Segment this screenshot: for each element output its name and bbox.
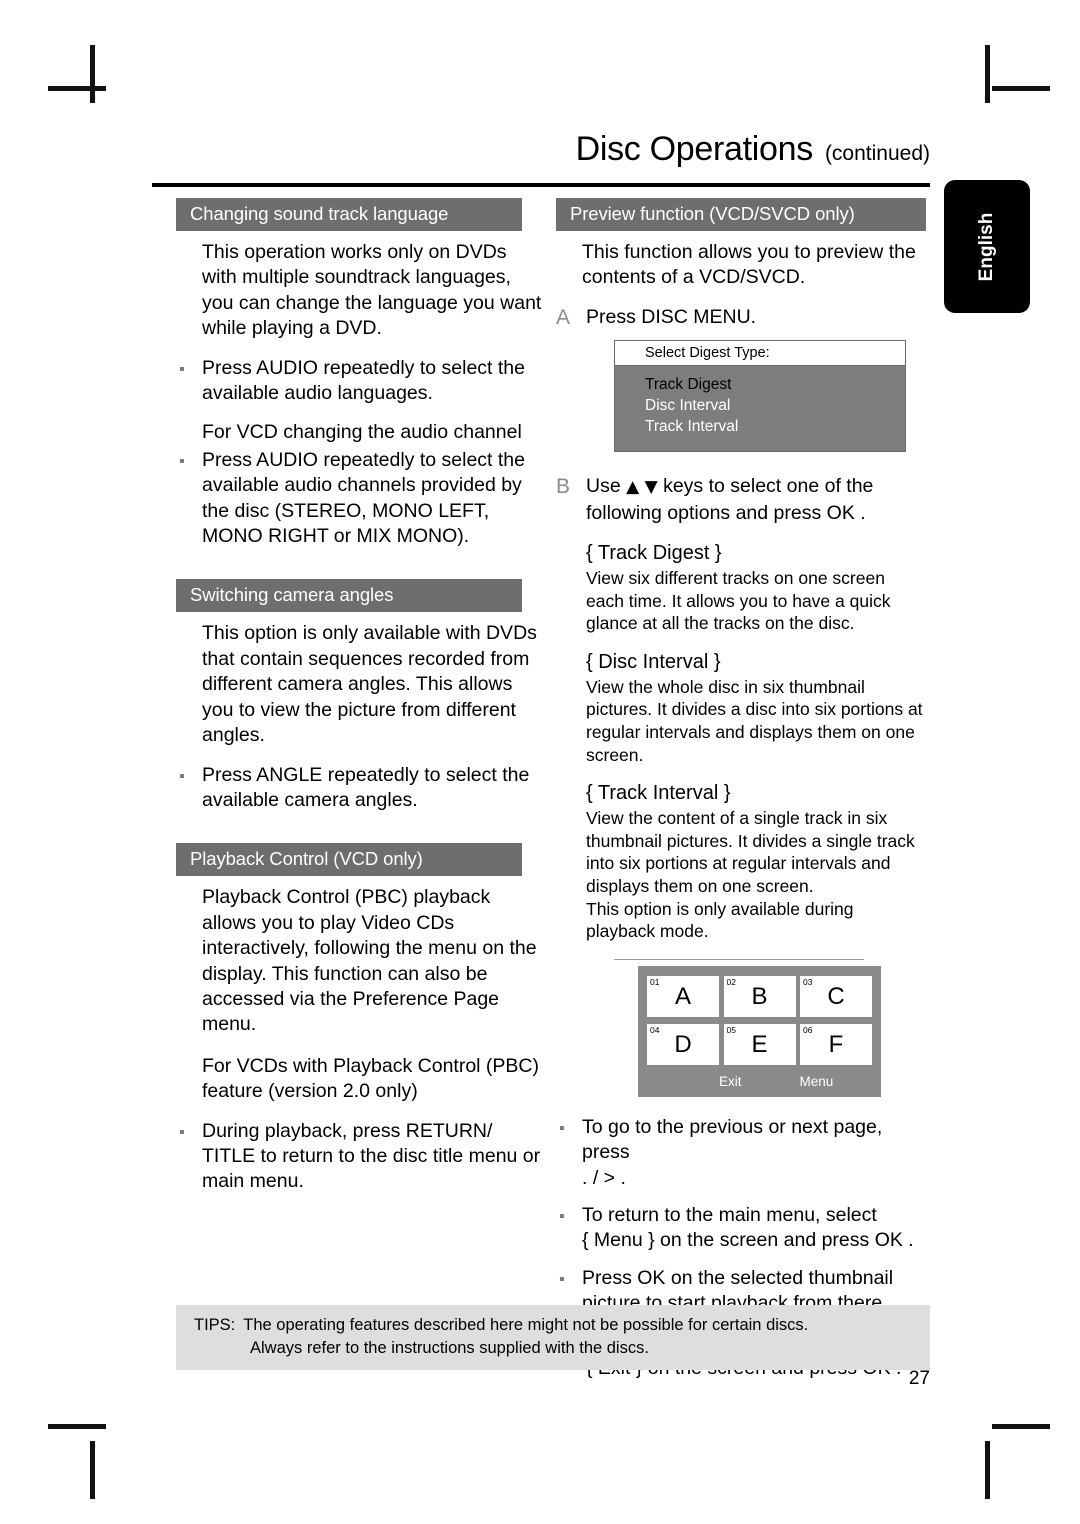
language-tab: English <box>944 180 1030 313</box>
list-item-text: To return to the main menu, select <box>582 1203 877 1226</box>
crop-mark-bottom-right-vertical <box>985 1441 990 1499</box>
thumbnail-preview-screen: 01 A 02 B 03 C 04 D 05 E 06 F Exit Menu <box>638 965 881 1097</box>
section-heading-changing-sound-track-language: Changing sound track language <box>176 198 522 231</box>
playback-mode-note: This option is only available during pla… <box>586 898 854 942</box>
thumbnail-screen-footer: Exit Menu <box>647 1072 872 1093</box>
square-bullet-icon: ▪ <box>179 767 185 785</box>
square-bullet-icon: ▪ <box>559 1270 565 1288</box>
list-item-text-line2: . / > . <box>582 1166 626 1189</box>
thumbnail-cell[interactable]: 06 F <box>800 1023 872 1065</box>
osd-item-track-digest[interactable]: Track Digest <box>645 374 905 395</box>
osd-item-track-interval[interactable]: Track Interval <box>645 416 905 437</box>
thumbnail-cell[interactable]: 05 E <box>723 1023 796 1065</box>
list-item-text: To go to the previous or next page, pres… <box>582 1115 883 1164</box>
step-b-text-before: Use <box>586 475 627 498</box>
thumbnail-row-1: 01 A 02 B 03 C <box>647 975 872 1017</box>
list-item: ▪ Press AUDIO repeatedly to select the a… <box>176 448 546 550</box>
list-item-text: Press AUDIO repeatedly to select the ava… <box>202 448 525 548</box>
step-a: A Press DISC MENU. <box>556 305 926 330</box>
screen-menu-button[interactable]: Menu <box>800 1074 834 1089</box>
tips-line-2: Always refer to the instructions supplie… <box>250 1338 649 1357</box>
thumbnail-cell[interactable]: 01 A <box>647 975 719 1017</box>
list-item-text: Press ANGLE repeatedly to select the ava… <box>202 763 530 811</box>
list-item: ▪ Press AUDIO repeatedly to select the a… <box>176 356 546 407</box>
crop-mark-top-right-horizontal <box>992 86 1050 91</box>
tips-box: TIPS: The operating features described he… <box>176 1305 930 1370</box>
list-item-text-line2: { Menu } on the screen and press OK . <box>582 1229 914 1252</box>
step-b-letter: B <box>556 475 571 499</box>
list-item: ▪ During playback, press RETURN/ TITLE t… <box>176 1119 546 1195</box>
list-item: ▪ Press ANGLE repeatedly to select the a… <box>176 763 546 814</box>
page-title: Disc Operations (continued) <box>150 130 930 169</box>
step-a-letter: A <box>556 305 571 329</box>
page-title-main: Disc Operations <box>575 130 814 168</box>
option-title-track-digest: { Track Digest } <box>586 542 722 565</box>
thumbnail-letter: F <box>828 1030 844 1058</box>
list-item: ▪ To go to the previous or next page, pr… <box>556 1115 926 1191</box>
left-column: Changing sound track language This opera… <box>176 198 546 1203</box>
section1-subheading: For VCD changing the audio channel <box>202 421 522 444</box>
square-bullet-icon: ▪ <box>179 1123 185 1141</box>
crop-mark-top-left-horizontal <box>48 86 106 91</box>
screen-exit-button[interactable]: Exit <box>719 1074 742 1089</box>
thumbnail-cell[interactable]: 04 D <box>647 1023 719 1065</box>
page-number: 27 <box>908 1368 930 1389</box>
section3-intro: Playback Control (PBC) playback allows y… <box>202 886 537 1036</box>
option-desc-disc-interval: View the whole disc in six thumbnail pic… <box>586 676 923 765</box>
list-item-text: Press AUDIO repeatedly to select the ava… <box>202 356 525 405</box>
thumbnail-row-2: 04 D 05 E 06 F <box>647 1023 872 1065</box>
crop-mark-top-right-vertical <box>985 45 990 103</box>
tips-first-line: TIPS: The operating features described he… <box>176 1314 930 1337</box>
section-heading-preview-function: Preview function (VCD/SVCD only) <box>556 198 926 231</box>
osd-title: Select Digest Type: <box>615 341 905 367</box>
option-title-track-interval: { Track Interval } <box>586 782 731 805</box>
section2-intro: This option is only available with DVDs … <box>202 622 537 747</box>
option-desc-track-interval: View the content of a single track in si… <box>586 808 915 896</box>
title-divider <box>152 183 930 187</box>
crop-mark-bottom-left-vertical <box>90 1441 95 1499</box>
square-bullet-icon: ▪ <box>559 1207 565 1225</box>
square-bullet-icon: ▪ <box>559 1119 565 1137</box>
option-desc-track-digest: View six different tracks on one screen … <box>586 568 891 634</box>
thumbnail-letter: D <box>674 1030 692 1058</box>
thumbnail-letter: C <box>827 982 845 1010</box>
crop-mark-top-left-vertical <box>90 45 95 103</box>
square-bullet-icon: ▪ <box>179 360 185 378</box>
thumbnail-divider <box>614 958 864 960</box>
language-tab-label: English <box>976 212 997 281</box>
osd-select-digest-type: Select Digest Type: Track Digest Disc In… <box>614 340 906 453</box>
osd-option-list: Track Digest Disc Interval Track Interva… <box>615 366 905 451</box>
tips-line-1: The operating features described here mi… <box>243 1316 809 1334</box>
section-heading-switching-camera-angles: Switching camera angles <box>176 579 522 613</box>
option-title-disc-interval: { Disc Interval } <box>586 650 721 673</box>
section-heading-playback-control: Playback Control (VCD only) <box>176 843 522 877</box>
thumbnail-cell[interactable]: 02 B <box>723 975 796 1017</box>
updown-arrow-icon: ▲ ▼ <box>626 477 658 498</box>
thumbnail-letter: A <box>674 982 691 1010</box>
step-b: B Use ▲ ▼ keys to select one of the foll… <box>556 474 926 526</box>
section1-intro: This operation works only on DVDs with m… <box>202 241 542 340</box>
right-column: Preview function (VCD/SVCD only) This fu… <box>556 198 926 1387</box>
tips-label: TIPS: <box>194 1316 236 1334</box>
thumbnail-cell[interactable]: 03 C <box>800 975 872 1017</box>
square-bullet-icon: ▪ <box>179 452 185 470</box>
list-item-text: During playback, press RETURN/ TITLE to … <box>202 1119 541 1193</box>
osd-item-disc-interval[interactable]: Disc Interval <box>645 395 905 416</box>
section3-subheading: For VCDs with Playback Control (PBC) fea… <box>202 1054 540 1103</box>
preview-intro: This function allows you to preview the … <box>582 241 916 289</box>
thumbnail-letter: E <box>751 1030 768 1058</box>
manual-page: Disc Operations (continued) Changing soun… <box>150 120 930 1410</box>
thumbnail-letter: B <box>751 982 768 1010</box>
page-title-continued: (continued) <box>824 142 930 165</box>
list-item: ▪ To return to the main menu, select { M… <box>556 1203 926 1254</box>
list-item-text: Press OK on the selected thumbnail <box>582 1266 894 1289</box>
crop-mark-bottom-right-horizontal <box>992 1424 1050 1429</box>
step-a-text: Press DISC MENU. <box>586 305 757 328</box>
crop-mark-bottom-left-horizontal <box>48 1424 106 1429</box>
